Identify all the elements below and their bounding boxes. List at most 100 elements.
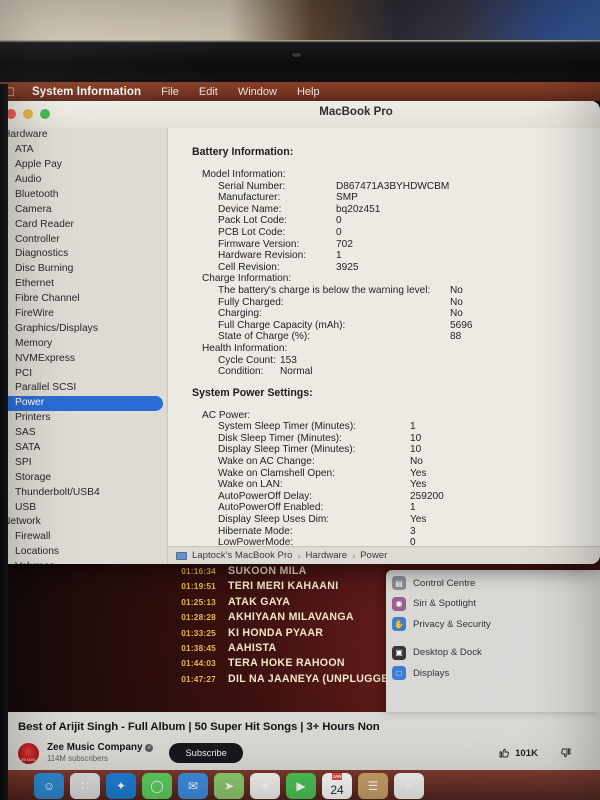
reminders-icon[interactable]: ≡ xyxy=(394,773,424,799)
sidebar-item-label: SPI xyxy=(15,456,32,468)
info-row: Cycle Count: 153 xyxy=(192,355,600,367)
track-timestamp[interactable]: 01:28:28 xyxy=(170,612,216,622)
photos-icon[interactable]: ❀ xyxy=(250,773,280,799)
track-timestamp[interactable]: 01:19:51 xyxy=(170,581,216,591)
settings-item-control-centre[interactable]: ▤ Control Centre xyxy=(392,576,600,590)
sidebar-item-graphics-displays[interactable]: Graphics/Displays xyxy=(0,322,167,337)
sidebar-item-nvmexpress[interactable]: NVMExpress xyxy=(0,351,167,366)
maps-icon[interactable]: ➤ xyxy=(214,773,244,799)
sidebar-item-disc-burning[interactable]: Disc Burning xyxy=(0,262,167,277)
sidebar-item-ethernet[interactable]: Ethernet xyxy=(0,277,167,292)
track-timestamp[interactable]: 01:38:45 xyxy=(170,643,216,653)
sidebar-item-network[interactable]: ⌄Network xyxy=(0,515,167,530)
settings-item-label: Displays xyxy=(413,667,450,679)
sidebar-item-card-reader[interactable]: Card Reader xyxy=(0,217,167,232)
menu-item-help[interactable]: Help xyxy=(287,86,330,98)
sidebar-item-audio[interactable]: Audio xyxy=(0,173,167,188)
info-value: 259200 xyxy=(410,490,444,502)
sidebar-item-usb[interactable]: USB xyxy=(0,500,167,515)
breadcrumb-hardware[interactable]: Hardware xyxy=(305,550,347,561)
breadcrumb-power[interactable]: Power xyxy=(360,550,387,561)
sidebar-item-firewall[interactable]: Firewall xyxy=(0,530,167,545)
detail-pane: Battery Information: Model Information: … xyxy=(168,128,600,564)
sidebar-item-label: Parallel SCSI xyxy=(15,382,77,394)
sidebar-item-volumes[interactable]: Volumes xyxy=(0,560,167,564)
sidebar-item-power[interactable]: Power xyxy=(0,396,163,411)
sidebar-item-label: NVMExpress xyxy=(15,352,76,364)
track-title: SUKOON MILA xyxy=(228,565,307,577)
info-value: No xyxy=(450,296,463,308)
channel-name-row[interactable]: Zee Music Company ✓ xyxy=(47,742,154,754)
settings-item-displays[interactable]: □ Displays xyxy=(392,666,600,680)
sidebar-item-bluetooth[interactable]: Bluetooth xyxy=(0,188,167,203)
track-timestamp[interactable]: 01:25:13 xyxy=(170,597,216,607)
sidebar-item-diagnostics[interactable]: Diagnostics xyxy=(0,247,167,262)
info-value: 1 xyxy=(410,502,416,514)
menu-app-name[interactable]: System Information xyxy=(22,86,151,98)
info-key: Condition: xyxy=(218,366,264,378)
sidebar-item-memory[interactable]: Memory xyxy=(0,336,167,351)
sidebar-item-label: Fibre Channel xyxy=(15,293,80,305)
info-value: D867471A3BYHDWCBM xyxy=(336,180,450,192)
info-row: Display Sleep Uses Dim: Yes xyxy=(192,514,600,526)
track-timestamp[interactable]: 01:44:03 xyxy=(170,658,216,668)
sidebar-item-firewire[interactable]: FireWire xyxy=(0,307,167,322)
track-timestamp[interactable]: 01:47:27 xyxy=(170,674,216,684)
sidebar-item-storage[interactable]: Storage xyxy=(0,470,167,485)
sidebar-item-label: Ethernet xyxy=(15,278,54,290)
sidebar-item-sata[interactable]: SATA xyxy=(0,441,167,456)
sidebar-item-pci[interactable]: PCI xyxy=(0,366,167,381)
safari-icon[interactable]: ✦ xyxy=(106,773,136,799)
sidebar[interactable]: ⌄HardwareATA Apple Pay Audio Bluetooth Camer… xyxy=(0,128,168,564)
sidebar-item-sas[interactable]: SAS xyxy=(0,426,167,441)
sidebar-item-camera[interactable]: Camera xyxy=(0,202,167,217)
subscribe-button[interactable]: Subscribe xyxy=(169,743,243,764)
breadcrumb-device[interactable]: Laptock's MacBook Pro xyxy=(192,550,292,561)
settings-item-label: Desktop & Dock xyxy=(413,647,482,658)
settings-item-siri-spotlight[interactable]: ◉ Siri & Spotlight xyxy=(392,596,600,611)
info-value: Normal xyxy=(280,366,313,378)
menu-item-edit[interactable]: Edit xyxy=(189,86,228,98)
menu-item-file[interactable]: File xyxy=(151,86,189,98)
sidebar-item-thunderbolt-usb4[interactable]: Thunderbolt/USB4 xyxy=(0,485,167,500)
info-value: 702 xyxy=(336,238,353,250)
sidebar-item-controller[interactable]: Controller xyxy=(0,232,167,247)
dislike-button[interactable] xyxy=(560,747,572,759)
messages-icon[interactable]: ◯ xyxy=(142,773,172,799)
info-value: 0 xyxy=(336,215,342,227)
track-timestamp[interactable]: 01:33:25 xyxy=(170,628,216,638)
info-key: Manufacturer: xyxy=(218,192,281,204)
settings-item-privacy-security[interactable]: ✋ Privacy & Security xyxy=(392,617,600,631)
calendar-icon[interactable]: JAN 24 xyxy=(322,773,352,799)
macos-dock[interactable]: ☺ ∷ ✦ ◯ ✉ ➤ ❀ ▶ JAN 24 ☰ ≡ xyxy=(8,770,600,800)
track-title: AKHIYAAN MILAVANGA xyxy=(228,611,354,624)
sidebar-item-parallel-scsi[interactable]: Parallel SCSI xyxy=(0,381,167,396)
mail-icon[interactable]: ✉ xyxy=(178,773,208,799)
sidebar-item-printers[interactable]: Printers xyxy=(0,411,167,426)
settings-item-desktop-dock[interactable]: ▣ Desktop & Dock xyxy=(392,645,600,660)
sidebar-item-fibre-channel[interactable]: Fibre Channel xyxy=(0,292,167,307)
sidebar-item-locations[interactable]: Locations xyxy=(0,545,167,560)
like-button[interactable]: 101K xyxy=(498,747,538,759)
sidebar-item-hardware[interactable]: ⌄Hardware xyxy=(0,128,167,143)
macos-menu-bar:  System Information File Edit Window He… xyxy=(0,82,600,101)
info-key: Display Sleep Uses Dim: xyxy=(218,514,330,526)
info-key: Pack Lot Code: xyxy=(218,215,288,227)
info-value: Yes xyxy=(410,467,427,479)
launchpad-icon[interactable]: ∷ xyxy=(70,773,100,799)
menu-item-window[interactable]: Window xyxy=(228,86,287,98)
info-key: Cycle Count: xyxy=(218,354,276,366)
sidebar-item-apple-pay[interactable]: Apple Pay xyxy=(0,158,167,173)
info-key: Cell Revision: xyxy=(218,261,280,273)
contacts-icon[interactable]: ☰ xyxy=(358,773,388,799)
info-key: Charging: xyxy=(218,308,262,320)
finder-icon[interactable]: ☺ xyxy=(34,773,64,799)
track-timestamp[interactable]: 01:16:34 xyxy=(170,566,216,576)
model-information-heading: Model Information: xyxy=(202,169,286,180)
sidebar-item-ata[interactable]: ATA xyxy=(0,143,167,158)
channel-avatar[interactable]: ZEE MUSIC xyxy=(18,742,39,764)
siri-icon: ◉ xyxy=(392,596,406,611)
facetime-icon[interactable]: ▶ xyxy=(286,773,316,799)
sidebar-item-spi[interactable]: SPI xyxy=(0,456,167,471)
thumbs-up-icon xyxy=(499,748,509,758)
